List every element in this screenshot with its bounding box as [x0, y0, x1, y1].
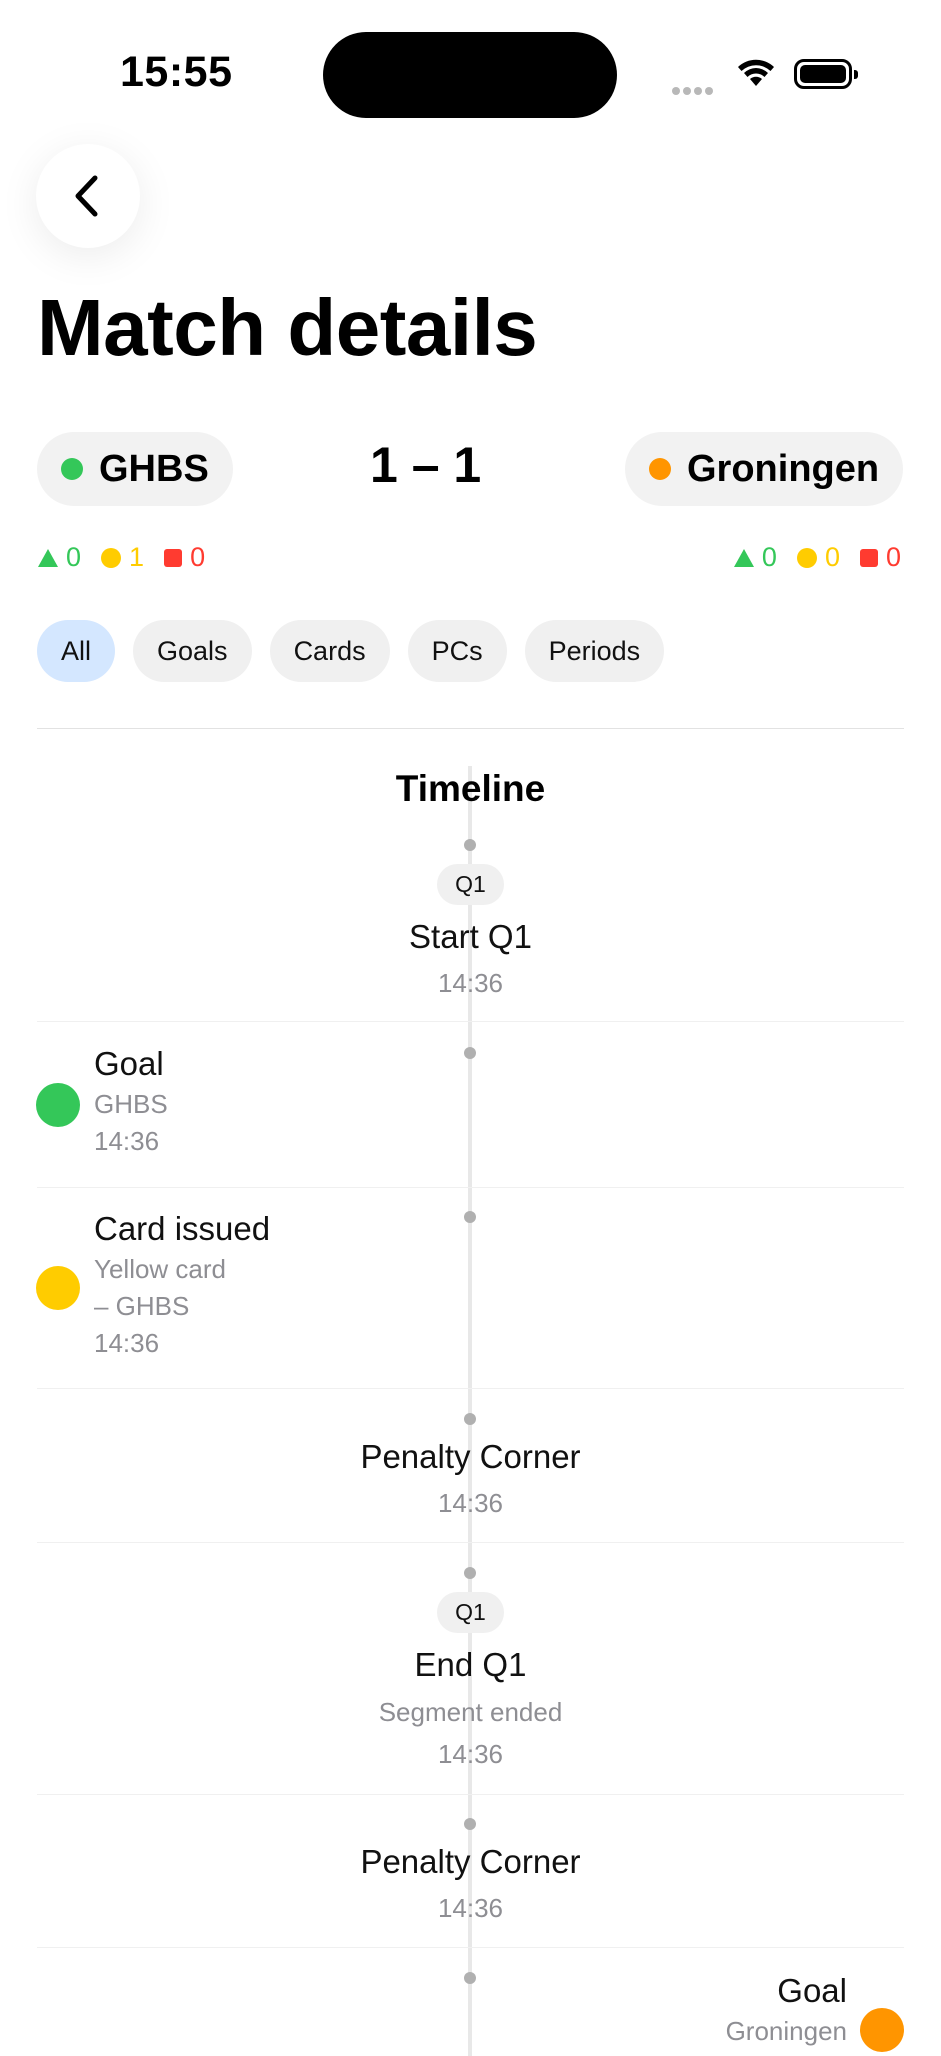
away-stats: 0 0 0: [733, 542, 901, 573]
home-yellow-count: 1: [129, 542, 145, 572]
timeline-title: Timeline: [395, 768, 546, 809]
timeline-event-start-q1[interactable]: Q1: [0, 864, 941, 905]
timeline-event-penalty-corner[interactable]: Penalty Corner: [0, 1438, 941, 1476]
penalty-corner-icon: [38, 548, 58, 567]
home-red-count: 0: [190, 542, 206, 572]
cellular-signal-icon: [672, 82, 716, 100]
row-separator: [37, 1187, 904, 1188]
away-red-count: 0: [885, 542, 901, 572]
event-time: 14:36: [437, 1893, 504, 1923]
yellow-card-icon: [36, 1266, 80, 1310]
timeline-event-goal-home[interactable]: Goal GHBS 14:36: [94, 1045, 168, 1157]
timeline-node: [464, 1211, 476, 1223]
filter-bar: All Goals Cards PCs Periods: [37, 620, 682, 682]
filter-chip-pcs[interactable]: PCs: [407, 620, 507, 682]
timeline-node: [464, 1818, 476, 1830]
event-detail: Segment ended: [378, 1697, 563, 1727]
filter-chip-all[interactable]: All: [37, 620, 116, 682]
row-separator: [37, 1794, 904, 1795]
filter-chip-cards[interactable]: Cards: [269, 620, 390, 682]
event-team: Groningen: [725, 2016, 847, 2046]
home-pc-count: 0: [66, 542, 82, 572]
status-time: 15:55: [120, 48, 233, 96]
event-time: 14:36: [437, 1739, 504, 1769]
dynamic-island: [323, 32, 617, 118]
event-time: 14:36: [94, 1126, 160, 1156]
goal-icon: [36, 1083, 80, 1127]
timeline-event-penalty-corner[interactable]: Penalty Corner: [0, 1843, 941, 1881]
event-team: GHBS: [94, 1089, 168, 1119]
back-button[interactable]: [36, 144, 140, 248]
wifi-icon: [736, 58, 776, 93]
row-separator: [37, 1542, 904, 1543]
event-title: Goal: [94, 1045, 164, 1082]
goal-icon: [860, 2008, 904, 2052]
row-separator: [37, 1021, 904, 1022]
home-team-color-dot: [61, 458, 83, 480]
filter-chip-periods[interactable]: Periods: [524, 620, 665, 682]
row-separator: [37, 1947, 904, 1948]
segment-chip: Q1: [437, 864, 504, 905]
home-team-pill: GHBS: [37, 432, 233, 506]
timeline-node: [464, 1047, 476, 1059]
away-pc-count: 0: [761, 542, 777, 572]
event-time: 14:36: [94, 1328, 160, 1358]
segment-chip: Q1: [437, 1592, 504, 1633]
yellow-card-icon: [101, 547, 122, 568]
home-stats: 0 1 0: [38, 542, 205, 573]
event-time: 14:36: [437, 968, 504, 998]
page-title: Match details: [37, 283, 538, 372]
away-team-pill: Groningen: [625, 432, 904, 506]
timeline-node: [464, 839, 476, 851]
away-yellow-count: 0: [824, 542, 840, 572]
match-score: 1 – 1: [370, 437, 482, 493]
event-title: Card issued: [94, 1210, 271, 1247]
timeline-event-end-q1[interactable]: Q1: [0, 1592, 941, 1633]
penalty-corner-icon: [733, 548, 754, 567]
yellow-card-icon: [796, 547, 817, 568]
battery-icon: [794, 59, 858, 89]
timeline-node: [464, 1413, 476, 1425]
timeline-node: [464, 1972, 476, 1984]
event-title: End Q1: [414, 1646, 527, 1683]
away-team-color-dot: [649, 458, 671, 480]
filter-chip-goals[interactable]: Goals: [133, 620, 252, 682]
event-detail: Yellow card: [94, 1254, 227, 1284]
timeline-event-card-home[interactable]: Card issued Yellow card – GHBS 14:36: [94, 1210, 270, 1359]
timeline-event-goal-away[interactable]: Goal Groningen: [726, 1972, 847, 2047]
red-card-icon: [859, 548, 878, 567]
event-detail: – GHBS: [94, 1291, 190, 1321]
chevron-left-icon: [75, 175, 98, 217]
red-card-icon: [164, 548, 183, 567]
timeline-node: [464, 1567, 476, 1579]
event-title: Start Q1: [409, 918, 532, 955]
home-team-name: GHBS: [99, 447, 209, 490]
event-title: Goal: [777, 1972, 847, 2009]
divider: [37, 728, 904, 729]
row-separator: [37, 1388, 904, 1389]
away-team-name: Groningen: [687, 447, 880, 490]
event-time: 14:36: [437, 1488, 504, 1518]
